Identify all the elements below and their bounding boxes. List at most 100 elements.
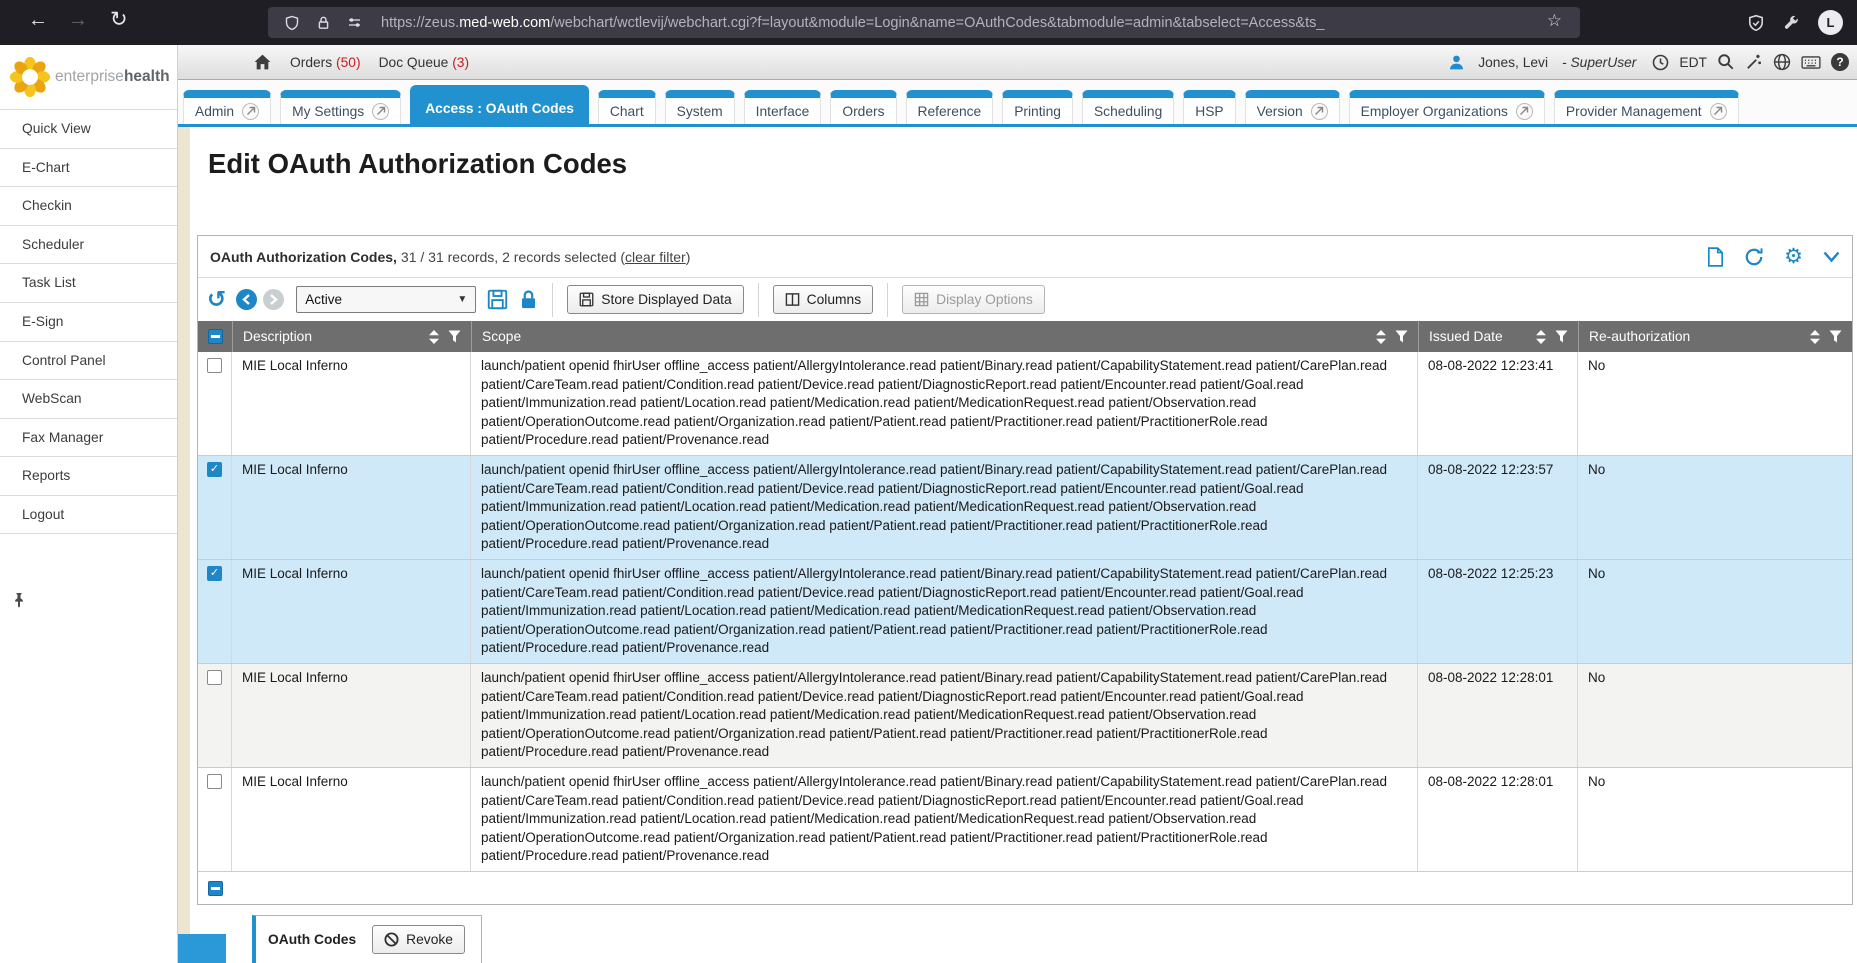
profile-avatar[interactable]: L	[1818, 10, 1843, 35]
select-all-checkbox[interactable]	[208, 329, 223, 344]
sort-icon[interactable]	[429, 330, 439, 344]
tab-my-settings[interactable]: My Settings	[280, 90, 401, 124]
tab-orders[interactable]: Orders	[830, 90, 896, 124]
tab-chart[interactable]: Chart	[598, 90, 656, 124]
table-row[interactable]: MIE Local Inferno launch/patient openid …	[198, 664, 1852, 768]
undo-icon[interactable]: ↺	[207, 286, 226, 313]
table-row[interactable]: ✓ MIE Local Inferno launch/patient openi…	[198, 560, 1852, 664]
column-description[interactable]: Description	[243, 329, 312, 344]
filter-funnel-icon[interactable]	[1555, 330, 1568, 343]
tab-oauth-codes[interactable]: OAuth Codes	[268, 932, 356, 947]
refresh-icon[interactable]	[1744, 247, 1764, 267]
collapse-chevron-icon[interactable]	[1823, 251, 1840, 263]
row-checkbox[interactable]	[207, 358, 222, 373]
sort-icon[interactable]	[1810, 330, 1820, 344]
user-name[interactable]: Jones, Levi	[1478, 55, 1548, 70]
footer-select-all-checkbox[interactable]	[208, 881, 223, 896]
search-icon[interactable]	[1717, 53, 1735, 71]
issued-header-icons	[1528, 330, 1568, 344]
status-filter-select[interactable]: Active▼	[296, 286, 476, 313]
bookmark-star-icon[interactable]: ☆	[1547, 11, 1562, 31]
row-description: MIE Local Inferno	[232, 456, 471, 559]
popout-icon[interactable]	[242, 103, 259, 120]
page-previous-icon[interactable]	[236, 289, 257, 310]
row-checkbox[interactable]: ✓	[207, 462, 222, 477]
sidebar-item-reports[interactable]: Reports	[0, 456, 177, 495]
tab-access-oauth-codes[interactable]: Access : OAuth Codes	[410, 85, 589, 124]
table-row[interactable]: ✓ MIE Local Inferno launch/patient openi…	[198, 456, 1852, 560]
tab-system[interactable]: System	[665, 90, 735, 124]
gear-icon[interactable]: ⚙	[1784, 246, 1803, 267]
columns-button[interactable]: Columns	[773, 285, 873, 314]
url-text[interactable]: https://zeus.med-web.com/webchart/wctlev…	[381, 15, 1441, 31]
filter-funnel-icon[interactable]	[1829, 330, 1842, 343]
sidebar-item-scheduler[interactable]: Scheduler	[0, 225, 177, 264]
tab-version[interactable]: Version	[1245, 90, 1340, 124]
page-next-icon[interactable]	[263, 289, 284, 310]
browser-back-icon[interactable]: ←	[22, 10, 54, 30]
sidebar-item-logout[interactable]: Logout	[0, 495, 177, 534]
clear-filter-link[interactable]: clear filter	[625, 249, 686, 265]
sidebar-item-webscan[interactable]: WebScan	[0, 379, 177, 418]
popout-icon[interactable]	[1311, 103, 1328, 120]
revoke-button[interactable]: Revoke	[372, 925, 465, 954]
sidebar-item-e-chart[interactable]: E-Chart	[0, 148, 177, 187]
sort-icon[interactable]	[1376, 330, 1386, 344]
tab-provider-management[interactable]: Provider Management	[1554, 90, 1739, 124]
browser-refresh-icon[interactable]: ↻	[104, 9, 134, 30]
lock-icon[interactable]	[316, 15, 331, 31]
filter-funnel-icon[interactable]	[1395, 330, 1408, 343]
table-row[interactable]: MIE Local Inferno launch/patient openid …	[198, 352, 1852, 456]
filter-funnel-icon[interactable]	[448, 330, 461, 343]
lock-filter-icon[interactable]	[519, 289, 538, 310]
display-options-button[interactable]: Display Options	[902, 285, 1045, 314]
tab-label: Provider Management	[1566, 104, 1702, 119]
tab-employer-organizations[interactable]: Employer Organizations	[1349, 90, 1545, 124]
permissions-icon[interactable]	[347, 15, 363, 30]
tracking-shield-icon[interactable]	[1747, 14, 1765, 32]
orders-link[interactable]: Orders (50)	[290, 55, 361, 70]
clock-icon[interactable]	[1652, 54, 1669, 71]
sidebar-item-task-list[interactable]: Task List	[0, 263, 177, 302]
doc-queue-link[interactable]: Doc Queue (3)	[379, 55, 470, 70]
doc-queue-count: (3)	[452, 55, 469, 70]
address-bar[interactable]: https://zeus.med-web.com/webchart/wctlev…	[268, 7, 1580, 38]
row-checkbox[interactable]	[207, 670, 222, 685]
popout-icon[interactable]	[372, 103, 389, 120]
column-scope[interactable]: Scope	[482, 329, 521, 344]
wand-icon[interactable]	[1745, 53, 1763, 71]
table-row[interactable]: MIE Local Inferno launch/patient openid …	[198, 768, 1852, 872]
sidebar-item-quick-view[interactable]: Quick View	[0, 109, 177, 148]
globe-icon[interactable]	[1773, 53, 1791, 71]
keyboard-icon[interactable]	[1801, 55, 1821, 70]
home-icon[interactable]	[253, 53, 272, 71]
browser-forward-icon[interactable]: →	[62, 10, 94, 30]
popout-icon[interactable]	[1516, 103, 1533, 120]
bottom-left-blue-block	[178, 934, 226, 963]
row-checkbox[interactable]: ✓	[207, 566, 222, 581]
column-reauthorization[interactable]: Re-authorization	[1589, 329, 1690, 344]
pushpin-icon[interactable]	[12, 592, 26, 608]
sidebar-item-control-panel[interactable]: Control Panel	[0, 341, 177, 380]
row-checkbox[interactable]	[207, 774, 222, 789]
column-issued-date[interactable]: Issued Date	[1429, 329, 1503, 344]
tab-hsp[interactable]: HSP	[1183, 90, 1235, 124]
tab-printing[interactable]: Printing	[1002, 90, 1073, 124]
sidebar-item-fax-manager[interactable]: Fax Manager	[0, 418, 177, 457]
help-icon[interactable]: ?	[1831, 53, 1849, 71]
sort-icon[interactable]	[1536, 330, 1546, 344]
tab-scheduling[interactable]: Scheduling	[1082, 90, 1174, 124]
row-issued-date: 08-08-2022 12:23:57	[1418, 456, 1578, 559]
shield-icon[interactable]	[284, 15, 300, 31]
tab-interface[interactable]: Interface	[744, 90, 822, 124]
new-record-icon[interactable]	[1707, 247, 1724, 267]
sidebar-item-checkin[interactable]: Checkin	[0, 186, 177, 225]
wrench-icon[interactable]	[1783, 14, 1800, 31]
save-filter-icon[interactable]	[487, 289, 508, 310]
sidebar-item-e-sign[interactable]: E-Sign	[0, 302, 177, 341]
tab-reference[interactable]: Reference	[906, 90, 994, 124]
store-displayed-data-button[interactable]: Store Displayed Data	[567, 285, 743, 314]
popout-icon[interactable]	[1710, 103, 1727, 120]
logo-flower-icon	[8, 55, 52, 99]
tab-admin[interactable]: Admin	[183, 90, 271, 124]
